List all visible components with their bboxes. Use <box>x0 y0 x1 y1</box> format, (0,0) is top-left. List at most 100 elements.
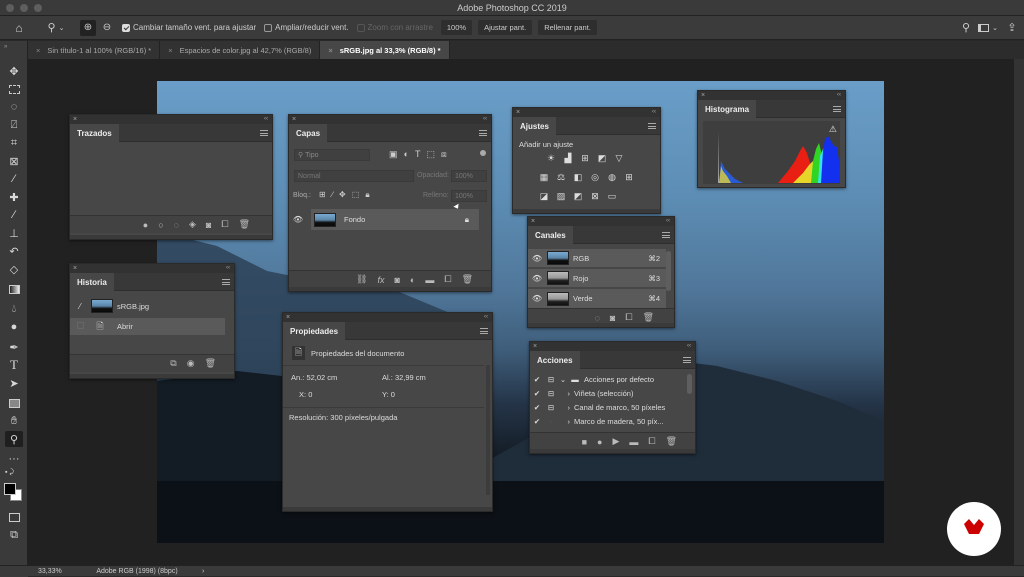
chevron-down-icon[interactable]: ⌄ <box>558 375 568 384</box>
tab-sin-titulo[interactable]: × Sin título-1 al 100% (RGB/16) * <box>28 41 161 59</box>
blend-mode-select[interactable]: Normal <box>294 170 414 182</box>
gradient-tool-icon[interactable] <box>5 281 23 297</box>
new-path-icon[interactable]: ⧠ <box>221 219 228 230</box>
crop-tool-icon[interactable]: ⌗ <box>5 135 23 151</box>
close-tab-icon[interactable]: × <box>168 46 172 55</box>
new-channel-icon[interactable]: ⧠ <box>625 312 632 323</box>
panel-menu-icon[interactable] <box>479 130 487 136</box>
save-selection-icon[interactable]: ◙ <box>610 313 615 323</box>
tab-histograma[interactable]: Histograma <box>698 100 757 118</box>
hue-saturation-icon[interactable]: ▦ <box>538 172 550 183</box>
tab-acciones[interactable]: Acciones <box>530 351 580 369</box>
pixel-filter-icon[interactable]: ▣ <box>389 149 398 160</box>
toggle-checkmark-icon[interactable]: ✔ <box>530 403 544 412</box>
filter-toggle[interactable] <box>480 150 486 156</box>
toggle-checkmark-icon[interactable]: ✔ <box>530 417 544 426</box>
vertical-scrollbar[interactable] <box>1014 59 1024 565</box>
panel-menu-icon[interactable] <box>260 130 268 136</box>
lock-artboard-icon[interactable]: ⬚ <box>352 190 360 200</box>
add-mask-icon[interactable]: ◙ <box>394 275 399 285</box>
share-button[interactable]: ⇪ <box>1000 21 1024 34</box>
panel-menu-icon[interactable] <box>222 279 230 285</box>
lock-transparency-icon[interactable]: ⊞ <box>319 190 326 200</box>
toolbar-collapse[interactable]: » <box>0 41 28 59</box>
brightness-contrast-icon[interactable]: ☀ <box>545 153 557 164</box>
pen-tool-icon[interactable]: ✒︎ <box>5 339 23 355</box>
history-brush-source-icon[interactable]: ⁄ <box>73 302 87 311</box>
new-action-icon[interactable]: ⧠ <box>648 436 655 447</box>
fill-screen-button[interactable]: Rellenar pant. <box>538 20 597 35</box>
channel-row-rojo[interactable]: 👁︎ Rojo ⌘3 <box>528 269 666 288</box>
panel-menu-icon[interactable] <box>833 106 841 112</box>
blur-tool-icon[interactable]: 💧︎ <box>5 301 23 317</box>
lock-image-icon[interactable]: ∕ <box>332 190 333 200</box>
action-set-row[interactable]: ✔ ⊟ ⌄ ▬ Acciones por defecto <box>530 372 688 386</box>
exposure-icon[interactable]: ◩ <box>596 153 608 164</box>
make-path-icon[interactable]: ◈ <box>189 219 196 230</box>
add-mask-icon[interactable]: ◙ <box>206 220 211 230</box>
channel-mixer-icon[interactable]: ◍ <box>606 172 618 183</box>
close-panel-icon[interactable]: × <box>286 313 290 322</box>
adjustment-layer-icon[interactable]: ◐ <box>410 275 415 285</box>
trash-icon[interactable]: 🗑︎ <box>462 274 473 285</box>
rectangle-tool-icon[interactable] <box>5 395 23 411</box>
resize-windows-checkbox[interactable]: Cambiar tamaño vent. para ajustar <box>122 23 256 32</box>
stamp-tool-icon[interactable]: ⊥ <box>5 225 23 241</box>
hand-tool-icon[interactable]: ✋︎ <box>5 413 23 429</box>
quick-mask-icon[interactable] <box>5 509 23 525</box>
adjustment-filter-icon[interactable]: ◐ <box>404 149 409 160</box>
tab-canales[interactable]: Canales <box>528 226 573 244</box>
layer-filter-select[interactable]: ⚲ Tipo <box>294 149 370 161</box>
folder-icon[interactable]: ▬ <box>425 275 434 285</box>
frame-tool-icon[interactable]: ⊠ <box>5 153 23 169</box>
tab-espacios-de-color[interactable]: × Espacios de color.jpg al 42,7% (RGB/8) <box>160 41 321 59</box>
zoom-tool-preset[interactable]: ⚲ ⌄ <box>38 21 74 34</box>
link-layers-icon[interactable]: ⛓︎ <box>356 274 367 285</box>
layer-row[interactable]: 👁︎ Fondo 🔒︎ <box>289 209 479 230</box>
threshold-icon[interactable]: ◩ <box>572 191 584 202</box>
search-button[interactable]: ⚲ <box>956 21 976 34</box>
x-field[interactable]: X: 0 <box>299 390 312 399</box>
fx-icon[interactable]: fx <box>377 275 384 285</box>
channel-row-rgb[interactable]: 👁︎ RGB ⌘2 <box>528 249 666 268</box>
history-state[interactable]: 🗎︎ Abrir <box>70 318 225 335</box>
lasso-tool-icon[interactable]: ◌ <box>5 99 23 115</box>
channels-scrollbar[interactable] <box>666 251 671 291</box>
eraser-tool-icon[interactable]: ◇ <box>5 261 23 277</box>
collapse-panel-icon[interactable]: ‹‹ <box>226 264 230 273</box>
quick-select-tool-icon[interactable]: ⍁ <box>5 117 23 133</box>
type-filter-icon[interactable]: T <box>415 149 421 160</box>
channel-row-verde[interactable]: 👁︎ Verde ⌘4 <box>528 289 666 308</box>
action-row[interactable]: ✔ ⊟ › Canal de marco, 50 píxeles <box>530 400 688 414</box>
trash-icon[interactable]: 🗑︎ <box>239 219 250 230</box>
dodge-tool-icon[interactable]: ● <box>5 319 23 335</box>
selective-color-icon[interactable]: ⊠ <box>589 191 601 202</box>
color-balance-icon[interactable]: ⚖ <box>555 172 567 183</box>
brush-tool-icon[interactable]: ∕ <box>5 207 23 223</box>
collapse-panel-icon[interactable]: ‹‹ <box>837 91 841 100</box>
vibrance-icon[interactable]: ▽ <box>613 153 625 164</box>
zoom-level[interactable]: 33,33% <box>28 568 72 575</box>
collapse-panel-icon[interactable]: ‹‹ <box>264 115 268 124</box>
trash-icon[interactable]: 🗑︎ <box>666 436 677 447</box>
status-menu-arrow[interactable]: › <box>202 568 204 575</box>
close-panel-icon[interactable]: × <box>531 217 535 226</box>
smart-object-filter-icon[interactable]: ⧈ <box>441 149 447 160</box>
zoom-in-button[interactable]: ⊕ <box>80 19 96 36</box>
zoom-all-windows-checkbox[interactable]: Ampliar/reducir vent. <box>264 23 349 32</box>
history-snapshot[interactable]: ⁄ sRGB.jpg <box>70 296 225 316</box>
panel-resize-handle[interactable] <box>530 449 695 453</box>
collapse-panel-icon[interactable]: ‹‹ <box>652 108 656 117</box>
toggle-checkmark-icon[interactable]: ✔ <box>530 375 544 384</box>
load-selection-icon[interactable]: ◌ <box>174 220 179 230</box>
y-field[interactable]: Y: 0 <box>382 390 395 399</box>
properties-scrollbar[interactable] <box>486 365 490 495</box>
screen-mode-icon[interactable]: ⧉ <box>5 527 23 543</box>
collapse-panel-icon[interactable]: ‹‹ <box>666 217 670 226</box>
record-icon[interactable]: ● <box>597 437 602 447</box>
tab-capas[interactable]: Capas <box>289 124 328 142</box>
tab-historia[interactable]: Historia <box>70 273 114 291</box>
tab-propiedades[interactable]: Propiedades <box>283 322 346 340</box>
chevron-right-icon[interactable]: › <box>558 403 574 412</box>
visibility-eye-icon[interactable]: 👁︎ <box>530 274 544 283</box>
